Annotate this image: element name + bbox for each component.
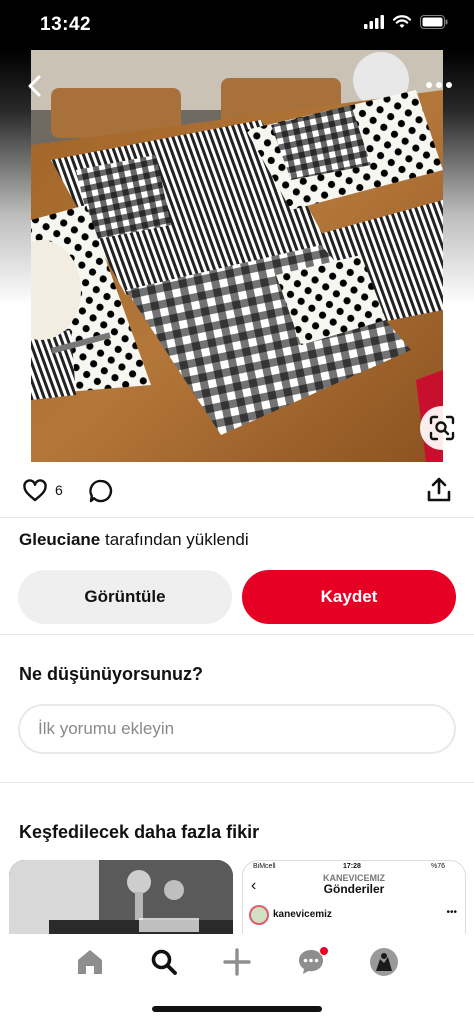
divider	[0, 634, 474, 635]
pin-image[interactable]	[31, 50, 443, 462]
more-options-button[interactable]	[426, 78, 452, 90]
card-battery: %76	[430, 863, 445, 870]
pin-action-row: 6	[0, 472, 474, 512]
comments-title: Ne düşünüyorsunuz?	[19, 664, 203, 684]
pin-media-area	[0, 50, 474, 462]
nav-search[interactable]	[148, 946, 180, 978]
divider	[0, 517, 474, 518]
like-button[interactable]	[22, 478, 48, 504]
status-icons	[364, 15, 448, 29]
uploader-name[interactable]: Gleuciane	[19, 530, 100, 549]
visual-search-button[interactable]	[420, 406, 464, 450]
nav-create[interactable]	[221, 946, 253, 978]
nav-profile[interactable]	[368, 946, 400, 978]
plus-icon	[223, 948, 251, 976]
explore-title: Keşfedilecek daha fazla fikir	[19, 822, 260, 842]
home-indicator	[152, 1006, 322, 1012]
card-more-icon: •••	[446, 907, 457, 918]
status-bar: 13:42	[0, 0, 474, 50]
related-pin-card[interactable]	[9, 860, 233, 940]
related-pin-card[interactable]: BiMcell 17:28 %76 ‹ KANEVICEMIZ Gönderil…	[242, 860, 466, 940]
home-icon	[78, 950, 102, 974]
card-carrier: BiMcell	[253, 863, 276, 870]
visual-search-icon	[429, 415, 455, 441]
divider	[0, 782, 474, 783]
save-button[interactable]: Kaydet	[242, 570, 456, 624]
share-icon	[427, 477, 451, 502]
heart-icon	[23, 479, 47, 502]
nav-messages[interactable]	[295, 946, 329, 978]
view-button[interactable]: Görüntüle	[18, 570, 232, 624]
comment-input[interactable]: İlk yorumu ekleyin	[18, 704, 456, 754]
battery-icon	[420, 15, 448, 29]
share-button[interactable]	[426, 476, 452, 504]
notification-dot	[319, 946, 329, 956]
signal-icon	[364, 15, 384, 29]
card-time: 17:28	[343, 863, 361, 870]
back-button[interactable]	[22, 72, 50, 100]
like-count: 6	[55, 482, 63, 498]
search-icon	[151, 949, 177, 975]
comment-button[interactable]	[88, 478, 114, 504]
card-title: Gönderiler	[323, 882, 385, 896]
profile-avatar	[370, 948, 398, 976]
status-time: 13:42	[40, 14, 92, 35]
more-dots-icon	[426, 82, 452, 88]
wifi-icon	[393, 15, 411, 28]
chevron-left-icon	[28, 75, 41, 97]
card-avatar	[249, 905, 269, 925]
uploader-line: Gleuciane tarafından yüklendi	[19, 530, 249, 550]
uploader-suffix: tarafından yüklendi	[100, 530, 249, 549]
comment-bubble-icon	[89, 479, 113, 503]
nav-home[interactable]	[74, 946, 106, 978]
card-username: kanevicemiz	[273, 909, 332, 920]
